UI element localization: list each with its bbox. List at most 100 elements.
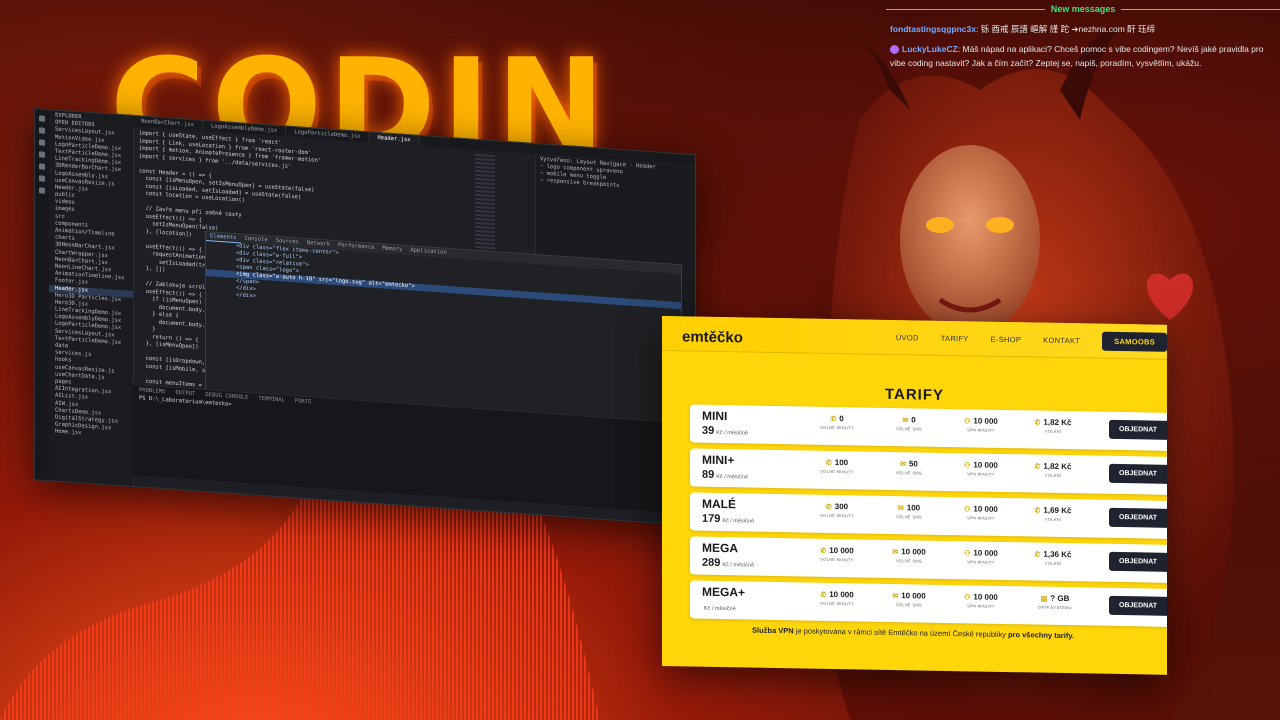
price-unit: Kč / měsíčně [722,518,755,525]
nav-links: ÚVOD TARIFY E-SHOP KONTAKT SAMOOBS [896,320,1167,359]
plans-list: MINI 39 Kč / měsíčně ✆ 0 VOLNÉ MINUTY ✉ 0 VOLNÉ … [690,404,1167,632]
remote-icon[interactable] [39,175,45,182]
price-value: 39 [702,424,715,437]
minutes-icon: ✆ [820,547,827,555]
feature-value: ⚇ 10 000 [946,416,1016,426]
feature-label: VOLÁNÍ [1044,516,1062,522]
vpn-feature: ⚇ 10 000 VPN MINUTY [946,548,1016,565]
chat-messages: fondtastingsqgpnc3x: 铄 酉戒 辰譜 嶇解 謹 跎 ➔nez… [880,22,1280,70]
order-button[interactable]: OBJEDNAT [1109,595,1167,616]
sms-icon: ✉ [892,593,899,601]
price-value: 289 [702,556,721,570]
feature-value: ✉ 10 000 [874,591,944,601]
testing-icon[interactable] [39,187,45,194]
sms-feature: ✉ 10 000 VOLNÉ SMS [874,591,944,608]
order-button[interactable]: OBJEDNAT [1109,551,1167,572]
call-icon: ✆ [1034,463,1041,471]
minutes-feature: ✆ 10 000 VOLNÉ MINUTY [802,545,872,562]
footnote-lead: Služba VPN [752,625,794,636]
call-price-feature: ✆ 1,82 Kč VOLÁNÍ [1018,461,1088,478]
sms-icon: ✉ [902,417,909,425]
minutes-feature: ✆ 10 000 VOLNÉ MINUTY [802,589,872,606]
call-icon: ✆ [1034,507,1041,515]
feature-value: ✉ 10 000 [874,547,944,557]
stream-chat: New messages fondtastingsqgpnc3x: 铄 酉戒 辰… [880,4,1280,76]
source-control-icon[interactable] [39,139,45,146]
order-button[interactable]: OBJEDNAT [1109,463,1167,484]
sms-icon: ✉ [892,549,899,557]
sms-icon: ✉ [900,461,906,469]
call-price-feature: ✆ 1,69 Kč VOLÁNÍ [1018,505,1088,522]
search-icon[interactable] [39,127,45,134]
feature-number: 1,36 Kč [1043,549,1072,560]
nav-link[interactable]: E-SHOP [991,334,1022,344]
feature-number: 10 000 [973,504,998,514]
order-button[interactable]: OBJEDNAT [1109,507,1167,528]
nav-link[interactable]: KONTAKT [1043,335,1080,345]
feature-number: 1,69 Kč [1043,505,1072,516]
feature-number: 0 [911,415,916,425]
feature-label: VOLNÉ SMS [895,514,923,520]
extensions-icon[interactable] [39,163,45,170]
terminal-tab[interactable]: TERMINAL [258,396,285,404]
feature-number: 50 [908,459,918,469]
new-messages-divider: New messages [880,4,1280,14]
feature-value: ✉ 50 [874,459,944,469]
chat-username[interactable]: LuckyLukeCZ [902,44,958,54]
sms-feature: ✉ 10 000 VOLNÉ SMS [874,547,944,564]
editor-tab[interactable]: NeonBarChart.jsx [133,115,203,131]
feature-value: ✆ 300 [802,501,872,511]
editor-tab[interactable]: Header.jsx [369,132,420,146]
chat-username[interactable]: fondtastingsqgpnc3x [890,24,976,34]
price-unit: Kč / měsíčně [722,562,755,569]
plan-price: 289 Kč / měsíčně [702,557,754,570]
minutes-icon: ✆ [820,591,827,599]
feature-number: 10 000 [829,589,854,600]
feature-label: VPN MINUTY [967,427,995,433]
order-button[interactable]: OBJEDNAT [1109,419,1167,440]
divider-line [886,8,1045,10]
plan-row: MEGA+ Kč / měsíčně ✆ 10 000 VOLNÉ MINUTY ✉ 10 … [690,580,1167,627]
vpn-icon: ⚇ [964,506,971,514]
feature-number: 10 000 [973,548,998,558]
vpn-icon: ⚇ [964,418,971,426]
plan-row: MINI+ 89 Kč / měsíčně ✆ 100 VOLNÉ MINUTY ✉ 50 VO… [690,448,1167,495]
minutes-icon: ✆ [830,415,837,424]
self-service-button[interactable]: SAMOOBS [1102,331,1167,352]
footnote-tail: pro všechny tarify. [1007,630,1075,641]
feature-label: DATA SYSTÉMU [1038,604,1072,611]
price-unit: Kč / měsíčně [716,429,749,437]
nav-link[interactable]: ÚVOD [896,333,919,342]
site-logo[interactable]: emtěčko [682,328,743,346]
terminal-tab[interactable]: PORTS [295,398,312,405]
files-icon[interactable] [39,115,45,122]
feature-value: ✆ 1,82 Kč [1018,461,1088,471]
file-explorer: EXPLORER OPEN EDITORS ServicesLayout.jsx… [49,110,134,488]
vpn-feature: ⚇ 10 000 VPN MINUTY [946,460,1016,477]
feature-label: VOLÁNÍ [1044,560,1062,566]
plan-name: MINI [702,408,728,424]
site-navbar: emtěčko ÚVOD TARIFY E-SHOP KONTAKT SAMOOBS [662,316,1167,360]
minutes-icon: ✆ [825,459,832,467]
devtools-tab[interactable]: Memory [379,244,407,255]
terminal-tab[interactable]: PROBLEMS [139,387,166,395]
feature-value: ✉ 0 [874,415,944,425]
vpn-icon: ⚇ [964,462,971,470]
call-price-feature: ✆ 1,36 Kč VOLÁNÍ [1018,549,1088,566]
run-debug-icon[interactable] [39,151,45,158]
feature-label: VPN MINUTY [967,559,995,565]
plan-price: 39 Kč / měsíčně [702,425,748,438]
feature-value: ✉ 100 [874,503,944,513]
feature-value: ✆ 1,82 Kč [1018,417,1088,427]
feature-number: 300 [834,502,849,512]
feature-label: VOLNÉ MINUTY [820,468,854,475]
feature-number: 10 000 [973,416,998,426]
nav-link[interactable]: TARIFY [941,333,969,342]
plan-row: MEGA 289 Kč / měsíčně ✆ 10 000 VOLNÉ MINUTY ✉ 1… [690,536,1167,583]
terminal-tab[interactable]: OUTPUT [176,390,196,397]
minutes-feature: ✆ 300 VOLNÉ MINUTY [802,501,872,518]
feature-label: VOLNÉ MINUTY [820,556,854,563]
feature-label: VPN MINUTY [967,471,995,477]
feature-label: VPN MINUTY [967,603,995,609]
minutes-feature: ✆ 0 VOLNÉ MINUTY [802,413,872,430]
